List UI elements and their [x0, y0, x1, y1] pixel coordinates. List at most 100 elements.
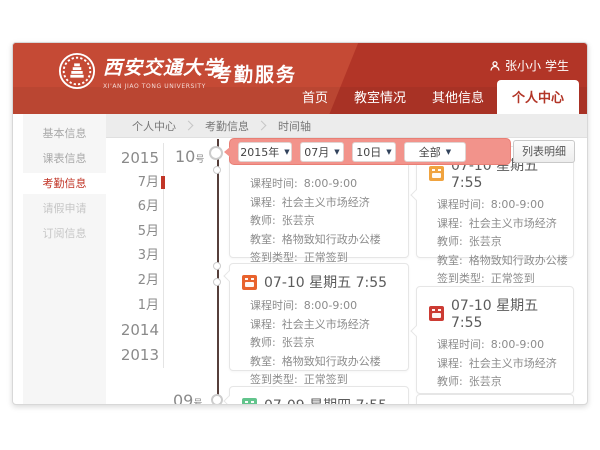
attendance-card[interactable]: 07-09 星期四 7:55: [229, 386, 409, 405]
field-value: 格物致知行政办公楼: [282, 233, 381, 246]
type-dropdown-value: 全部: [419, 144, 441, 160]
period-2014[interactable]: 2014: [109, 318, 159, 343]
nav-item-home[interactable]: 首页: [289, 81, 341, 114]
app-header: 西安交通大学 XI'AN JIAO TONG UNIVERSITY 考勤服务 张…: [13, 43, 588, 114]
period-2015[interactable]: 2015: [109, 146, 159, 171]
field-value: 8:00-9:00: [304, 299, 357, 312]
card-tail: [223, 270, 234, 281]
main-nav: 首页 教室情况 其他信息 个人中心: [289, 80, 579, 114]
field-value: 8:00-9:00: [491, 198, 544, 211]
timeline-node-large: [209, 146, 223, 160]
user-info[interactable]: 张小小 学生: [489, 57, 569, 74]
field-value: 格物致知行政办公楼: [469, 254, 568, 267]
sidebar: 基本信息 课表信息 考勤信息 请假申请 订阅信息: [23, 114, 106, 404]
chevron-right-icon: [257, 121, 267, 131]
field-label: 签到类型:: [437, 272, 485, 285]
field-label: 课程:: [437, 357, 463, 370]
breadcrumb-personal-center[interactable]: 个人中心: [126, 118, 182, 134]
field-value: 正常签到: [491, 272, 535, 285]
field-label: 教室:: [250, 233, 276, 246]
sidebar-item-subscription[interactable]: 订阅信息: [23, 223, 106, 244]
app-title: 考勤服务: [213, 60, 297, 87]
university-logo: [58, 52, 96, 90]
field-label: 课程:: [250, 318, 276, 331]
timeline-node-large: [211, 394, 223, 405]
month-dropdown[interactable]: 07月 ▼: [300, 142, 344, 162]
card-date: 07-09 星期四 7:55: [264, 395, 387, 405]
field-label: 课程:: [250, 196, 276, 209]
breadcrumb-timeline[interactable]: 时间轴: [272, 118, 317, 134]
breadcrumb: 个人中心 考勤信息 时间轴: [106, 114, 587, 138]
card-tail: [223, 395, 234, 405]
field-value: 社会主义市场经济: [282, 318, 370, 331]
timeline-axis: [217, 139, 219, 404]
day-marker-09[interactable]: 09号: [173, 391, 202, 405]
card-tail: [410, 189, 421, 200]
field-label: 课程时间:: [437, 338, 485, 351]
timeline-node: [213, 166, 221, 174]
period-june[interactable]: 6月: [109, 195, 159, 220]
field-value: 社会主义市场经济: [469, 217, 557, 230]
card-date: 07-10 星期五 7:55: [451, 295, 561, 331]
timeline-period-list: 2015 7月 6月 5月 3月 2月 1月 2014 2013: [109, 146, 159, 367]
period-july[interactable]: 7月: [109, 171, 159, 196]
field-label: 教室:: [437, 254, 463, 267]
chevron-down-icon: ▼: [334, 148, 339, 156]
field-label: 课程时间:: [250, 177, 298, 190]
field-value: 8:00-9:00: [491, 338, 544, 351]
nav-item-personal-center[interactable]: 个人中心: [497, 80, 579, 114]
calendar-icon-orange: [429, 166, 444, 181]
nav-item-classrooms[interactable]: 教室情况: [341, 81, 419, 114]
period-january[interactable]: 1月: [109, 294, 159, 319]
list-detail-button[interactable]: 列表明细: [513, 140, 575, 163]
sidebar-item-timetable[interactable]: 课表信息: [23, 148, 106, 169]
sidebar-item-leave-request[interactable]: 请假申请: [23, 198, 106, 219]
attendance-card[interactable]: 07-10 星期五 7:55 课程时间: 8:00-9:00 课程: 社会主义市场经…: [229, 263, 409, 371]
field-label: 课程时间:: [437, 198, 485, 211]
field-value: 张芸京: [282, 214, 315, 227]
attendance-card[interactable]: 07-10 星期五 7:55 课程时间:8:00-9:00 课程:社会主义市场经…: [416, 286, 574, 394]
app-window: 西安交通大学 XI'AN JIAO TONG UNIVERSITY 考勤服务 张…: [12, 42, 588, 405]
field-value: 张芸京: [469, 235, 502, 248]
period-may[interactable]: 5月: [109, 220, 159, 245]
calendar-icon-green: [242, 398, 257, 406]
field-value: 张芸京: [469, 375, 502, 388]
sidebar-item-basic-info[interactable]: 基本信息: [23, 123, 106, 144]
day-dropdown[interactable]: 10日 ▼: [352, 142, 396, 162]
current-month-marker: [161, 176, 165, 189]
type-dropdown[interactable]: 全部 ▼: [404, 142, 466, 162]
day-number: 10: [175, 147, 195, 166]
card-date: 07-10 星期五 7:55: [264, 272, 387, 292]
user-role: 学生: [545, 57, 569, 74]
timeline-node: [213, 278, 221, 286]
chevron-right-icon: [184, 121, 194, 131]
day-number: 09: [173, 391, 193, 405]
chevron-down-icon: ▼: [284, 148, 289, 156]
day-marker-10[interactable]: 10号: [175, 147, 204, 166]
field-value: 格物致知行政办公楼: [282, 355, 381, 368]
filter-bar: 2015年 ▼ 07月 ▼ 10日 ▼ 全部 ▼: [229, 138, 511, 165]
period-march[interactable]: 3月: [109, 244, 159, 269]
breadcrumb-attendance-info[interactable]: 考勤信息: [199, 118, 255, 134]
sidebar-item-attendance[interactable]: 考勤信息: [23, 173, 106, 194]
field-value: 张芸京: [282, 336, 315, 349]
field-label: 教室:: [250, 355, 276, 368]
year-dropdown[interactable]: 2015年 ▼: [238, 142, 292, 162]
nav-item-other-info[interactable]: 其他信息: [419, 81, 497, 114]
period-2013[interactable]: 2013: [109, 343, 159, 368]
attendance-card[interactable]: [416, 394, 574, 405]
field-value: 正常签到: [304, 373, 348, 386]
field-label: 教师:: [250, 336, 276, 349]
period-february[interactable]: 2月: [109, 269, 159, 294]
day-dropdown-value: 10日: [356, 144, 381, 160]
field-label: 课程:: [437, 217, 463, 230]
card-tail: [410, 325, 421, 336]
day-suffix: 号: [195, 155, 204, 165]
field-label: 签到类型:: [250, 373, 298, 386]
calendar-icon-orange-red: [242, 275, 257, 290]
filter-bar-tail: [224, 147, 230, 157]
field-label: 教师:: [437, 375, 463, 388]
chevron-down-icon: ▼: [386, 148, 391, 156]
field-label: 课程时间:: [250, 299, 298, 312]
field-value: 社会主义市场经济: [282, 196, 370, 209]
